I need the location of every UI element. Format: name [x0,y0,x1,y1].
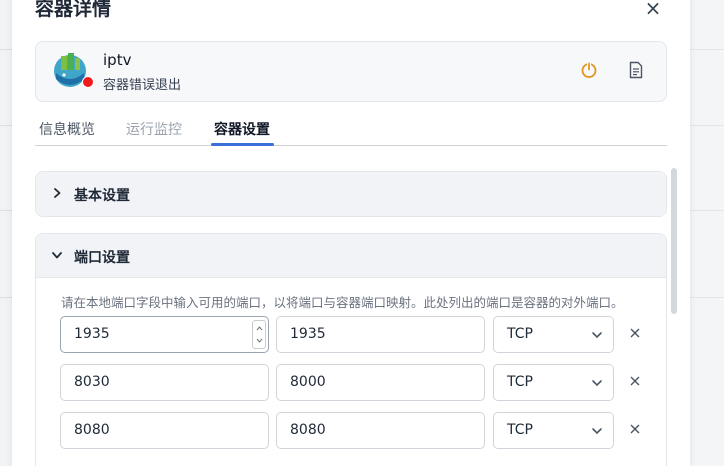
protocol-select[interactable]: TCP [493,316,614,353]
app-status-text: 容器错误退出 [103,78,182,93]
background-divider [0,297,12,298]
container-port-value: 1935 [290,326,326,342]
background-divider [690,210,724,211]
background-divider [0,49,12,50]
drawer-title: 容器详情 [35,0,112,20]
protocol-select[interactable]: TCP [493,364,614,401]
host-port-value: 8030 [74,374,110,390]
port-row: 8080 8080 TCP [60,412,650,449]
container-port-input[interactable]: 1935 [276,316,485,353]
remove-row-icon[interactable] [628,422,642,436]
port-settings-section: 端口设置 请在本地端口字段中输入可用的端口，以将端口与容器端口映射。此处列出的端… [35,233,667,466]
number-spinner[interactable] [252,320,266,349]
background-divider [0,125,12,126]
host-port-input[interactable]: 8080 [60,412,269,449]
protocol-select[interactable]: TCP [493,412,614,449]
background-divider [690,49,724,50]
container-port-value: 8080 [290,422,326,438]
spin-down-icon[interactable] [256,337,263,344]
remove-row-icon[interactable] [628,326,642,340]
chevron-down-icon [592,428,602,435]
background-divider [690,297,724,298]
scrollbar-thumb[interactable] [671,168,677,314]
background-divider [0,210,12,211]
port-settings-header[interactable]: 端口设置 [36,234,666,278]
chevron-right-icon [54,188,61,198]
tab-bar: 信息概览 运行监控 容器设置 [35,116,667,146]
port-row: 8030 8000 TCP [60,364,650,401]
tab-settings[interactable]: 容器设置 [214,119,270,139]
background-divider [690,125,724,126]
port-hint-text: 请在本地端口字段中输入可用的端口，以将端口与容器端口映射。此处列出的端口是容器的… [61,295,624,310]
section-title: 端口设置 [74,250,130,266]
chevron-down-icon [592,380,602,387]
chevron-down-icon [52,252,62,259]
protocol-value: TCP [507,422,533,438]
close-icon[interactable]: × [644,0,662,18]
protocol-value: TCP [507,326,533,342]
host-port-input[interactable]: 1935 [60,316,269,353]
log-file-icon[interactable] [628,61,644,79]
app-card: iptv 容器错误退出 [35,41,667,102]
container-port-value: 8000 [290,374,326,390]
tab-monitor[interactable]: 运行监控 [126,119,182,139]
chevron-down-icon [592,332,602,339]
power-icon[interactable] [580,61,598,79]
host-port-input[interactable]: 8030 [60,364,269,401]
remove-row-icon[interactable] [628,374,642,388]
basic-settings-section: 基本设置 [35,171,667,217]
app-name: iptv [103,51,132,69]
active-tab-indicator [211,143,274,146]
container-detail-drawer: 容器详情 × iptv 容器错误退出 信息概览 运行监控 容器设置 基本设置 端… [12,0,690,466]
host-port-value: 8080 [74,422,110,438]
section-title: 基本设置 [74,188,130,204]
container-port-input[interactable]: 8080 [276,412,485,449]
error-status-dot [82,76,94,88]
host-port-value: 1935 [74,326,110,342]
spin-up-icon[interactable] [256,325,263,332]
tab-overview[interactable]: 信息概览 [39,119,95,139]
protocol-value: TCP [507,374,533,390]
basic-settings-header[interactable]: 基本设置 [36,172,666,216]
background-right-strip [690,0,724,466]
container-port-input[interactable]: 8000 [276,364,485,401]
port-row: 1935 1935 TCP [60,316,650,353]
